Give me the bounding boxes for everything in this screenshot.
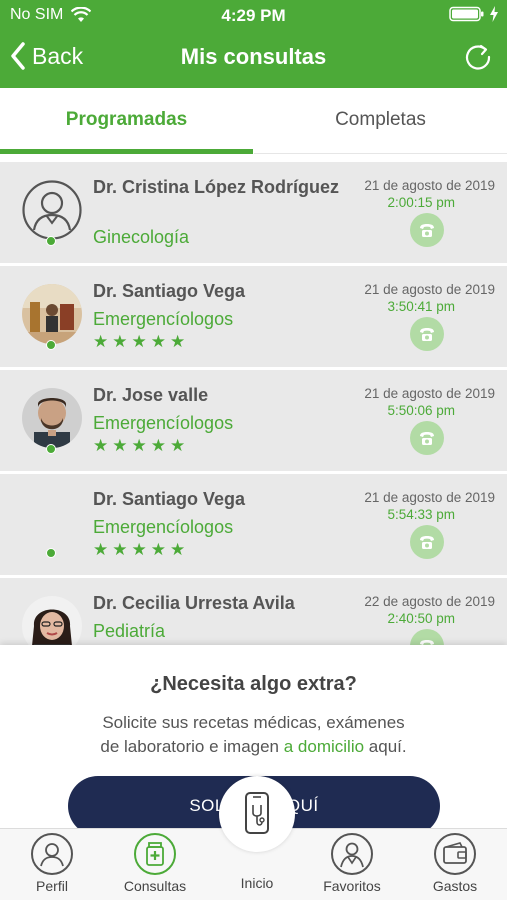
doctor-specialty: Pediatría bbox=[93, 621, 166, 641]
star-icon: ★ bbox=[93, 332, 109, 351]
tab-favoritos[interactable]: Favoritos bbox=[307, 833, 397, 894]
consultation-row[interactable]: Dr. Jose valle Emergencíologos ★ ★ ★ ★ ★… bbox=[0, 370, 507, 471]
refresh-icon[interactable] bbox=[463, 42, 493, 72]
star-icon: ★ bbox=[131, 332, 147, 351]
doctor-specialty: Emergencíologos bbox=[93, 413, 234, 433]
tab-perfil[interactable]: Perfil bbox=[7, 833, 97, 894]
consultation-date: 21 de agosto de 2019 bbox=[364, 178, 495, 193]
call-button[interactable] bbox=[410, 421, 444, 455]
nav-bar: Back Mis consultas bbox=[0, 30, 507, 88]
battery-icon bbox=[449, 6, 484, 22]
tab-label: Gastos bbox=[432, 878, 478, 894]
consultation-date: 22 de agosto de 2019 bbox=[364, 594, 495, 609]
consultation-row[interactable]: Dr. Santiago Vega Emergencíologos ★ ★ ★ … bbox=[0, 266, 507, 367]
online-indicator bbox=[46, 548, 56, 558]
call-button[interactable] bbox=[410, 629, 444, 645]
phone-icon bbox=[420, 328, 434, 341]
extra-text-line2-after: aquí. bbox=[368, 737, 407, 756]
consultation-date: 21 de agosto de 2019 bbox=[364, 490, 495, 505]
charging-icon bbox=[490, 6, 498, 22]
extra-text-line2-before: de laboratorio e imagen bbox=[100, 737, 280, 756]
wallet-icon bbox=[434, 833, 476, 875]
domicilio-link[interactable]: a domicilio bbox=[284, 737, 364, 756]
status-time: 4:29 PM bbox=[221, 6, 286, 25]
tab-completas[interactable]: Completas bbox=[254, 88, 507, 154]
call-button[interactable] bbox=[410, 213, 444, 247]
doctor-name: Dr. Cristina López Rodríguez bbox=[93, 177, 340, 197]
rating-stars: ★ ★ ★ ★ ★ bbox=[93, 437, 185, 454]
user-icon bbox=[31, 833, 73, 875]
rating-stars: ★ ★ ★ ★ ★ bbox=[93, 541, 185, 558]
star-icon: ★ bbox=[93, 436, 109, 455]
doctor-name: Dr. Jose valle bbox=[93, 385, 209, 405]
online-indicator bbox=[46, 340, 56, 350]
doctor-specialty: Ginecología bbox=[93, 227, 190, 247]
extra-text-line1: Solicite sus recetas médicas, exámenes bbox=[102, 713, 405, 732]
page-title: Mis consultas bbox=[180, 44, 327, 69]
consultation-row[interactable]: Dr. Santiago Vega Emergencíologos ★ ★ ★ … bbox=[0, 474, 507, 575]
consultation-row[interactable]: Dr. Cecilia Urresta Avila Pediatría ★ ★ … bbox=[0, 578, 507, 645]
tab-label: Perfil bbox=[36, 878, 68, 894]
online-indicator bbox=[46, 444, 56, 454]
doctor-icon bbox=[331, 833, 373, 875]
tab-inicio[interactable] bbox=[219, 776, 295, 852]
doctor-specialty: Emergencíologos bbox=[93, 309, 234, 329]
tab-label: Consultas bbox=[123, 878, 187, 894]
doctor-name: Dr. Santiago Vega bbox=[93, 489, 246, 509]
consultation-time: 2:40:50 pm bbox=[387, 611, 455, 626]
doctor-specialty: Emergencíologos bbox=[93, 517, 234, 537]
star-icon: ★ bbox=[112, 436, 128, 455]
phone-icon bbox=[420, 224, 434, 237]
tab-gastos[interactable]: Gastos bbox=[410, 833, 500, 894]
status-bar: No SIM 4:29 PM bbox=[0, 0, 507, 30]
star-icon: ★ bbox=[170, 436, 186, 455]
doctor-name: Dr. Cecilia Urresta Avila bbox=[93, 593, 295, 613]
status-right bbox=[449, 6, 499, 22]
doctor-name: Dr. Santiago Vega bbox=[93, 281, 246, 301]
consultation-date: 21 de agosto de 2019 bbox=[364, 282, 495, 297]
phone-icon bbox=[420, 432, 434, 445]
phone-icon bbox=[420, 536, 434, 549]
tab-programadas[interactable]: Programadas bbox=[0, 88, 253, 154]
doctor-photo bbox=[22, 388, 82, 448]
consultation-time: 3:50:41 pm bbox=[387, 299, 455, 314]
consultation-list[interactable]: Dr. Cristina López Rodríguez Ginecología… bbox=[0, 158, 507, 645]
extra-title: ¿Necesita algo extra? bbox=[150, 673, 357, 695]
star-icon: ★ bbox=[131, 436, 147, 455]
medicine-icon bbox=[134, 833, 176, 875]
star-icon: ★ bbox=[150, 332, 166, 351]
phone-stethoscope-icon bbox=[245, 792, 269, 834]
avatar-placeholder-icon bbox=[22, 180, 82, 240]
star-icon: ★ bbox=[170, 332, 186, 351]
star-icon: ★ bbox=[112, 332, 128, 351]
tabs: Programadas Completas bbox=[0, 88, 507, 154]
consultation-date: 21 de agosto de 2019 bbox=[364, 386, 495, 401]
consultation-time: 2:00:15 pm bbox=[387, 195, 455, 210]
star-icon: ★ bbox=[150, 436, 166, 455]
star-icon: ★ bbox=[112, 540, 128, 559]
star-icon: ★ bbox=[131, 540, 147, 559]
tab-label: Favoritos bbox=[323, 878, 381, 894]
tab-consultas[interactable]: Consultas bbox=[110, 833, 200, 894]
star-icon: ★ bbox=[150, 540, 166, 559]
star-icon: ★ bbox=[93, 540, 109, 559]
extra-description: Solicite sus recetas médicas, exámenes d… bbox=[40, 711, 467, 759]
consultation-row[interactable]: Dr. Cristina López Rodríguez Ginecología… bbox=[0, 162, 507, 263]
phone-icon bbox=[420, 640, 434, 645]
doctor-photo bbox=[22, 596, 82, 645]
tab-label: Inicio bbox=[240, 875, 274, 891]
star-icon: ★ bbox=[170, 540, 186, 559]
rating-stars: ★ ★ ★ ★ ★ bbox=[93, 333, 185, 350]
doctor-photo bbox=[22, 284, 82, 344]
consultation-time: 5:54:33 pm bbox=[387, 507, 455, 522]
call-button[interactable] bbox=[410, 525, 444, 559]
consultation-time: 5:50:06 pm bbox=[387, 403, 455, 418]
call-button[interactable] bbox=[410, 317, 444, 351]
online-indicator bbox=[46, 236, 56, 246]
